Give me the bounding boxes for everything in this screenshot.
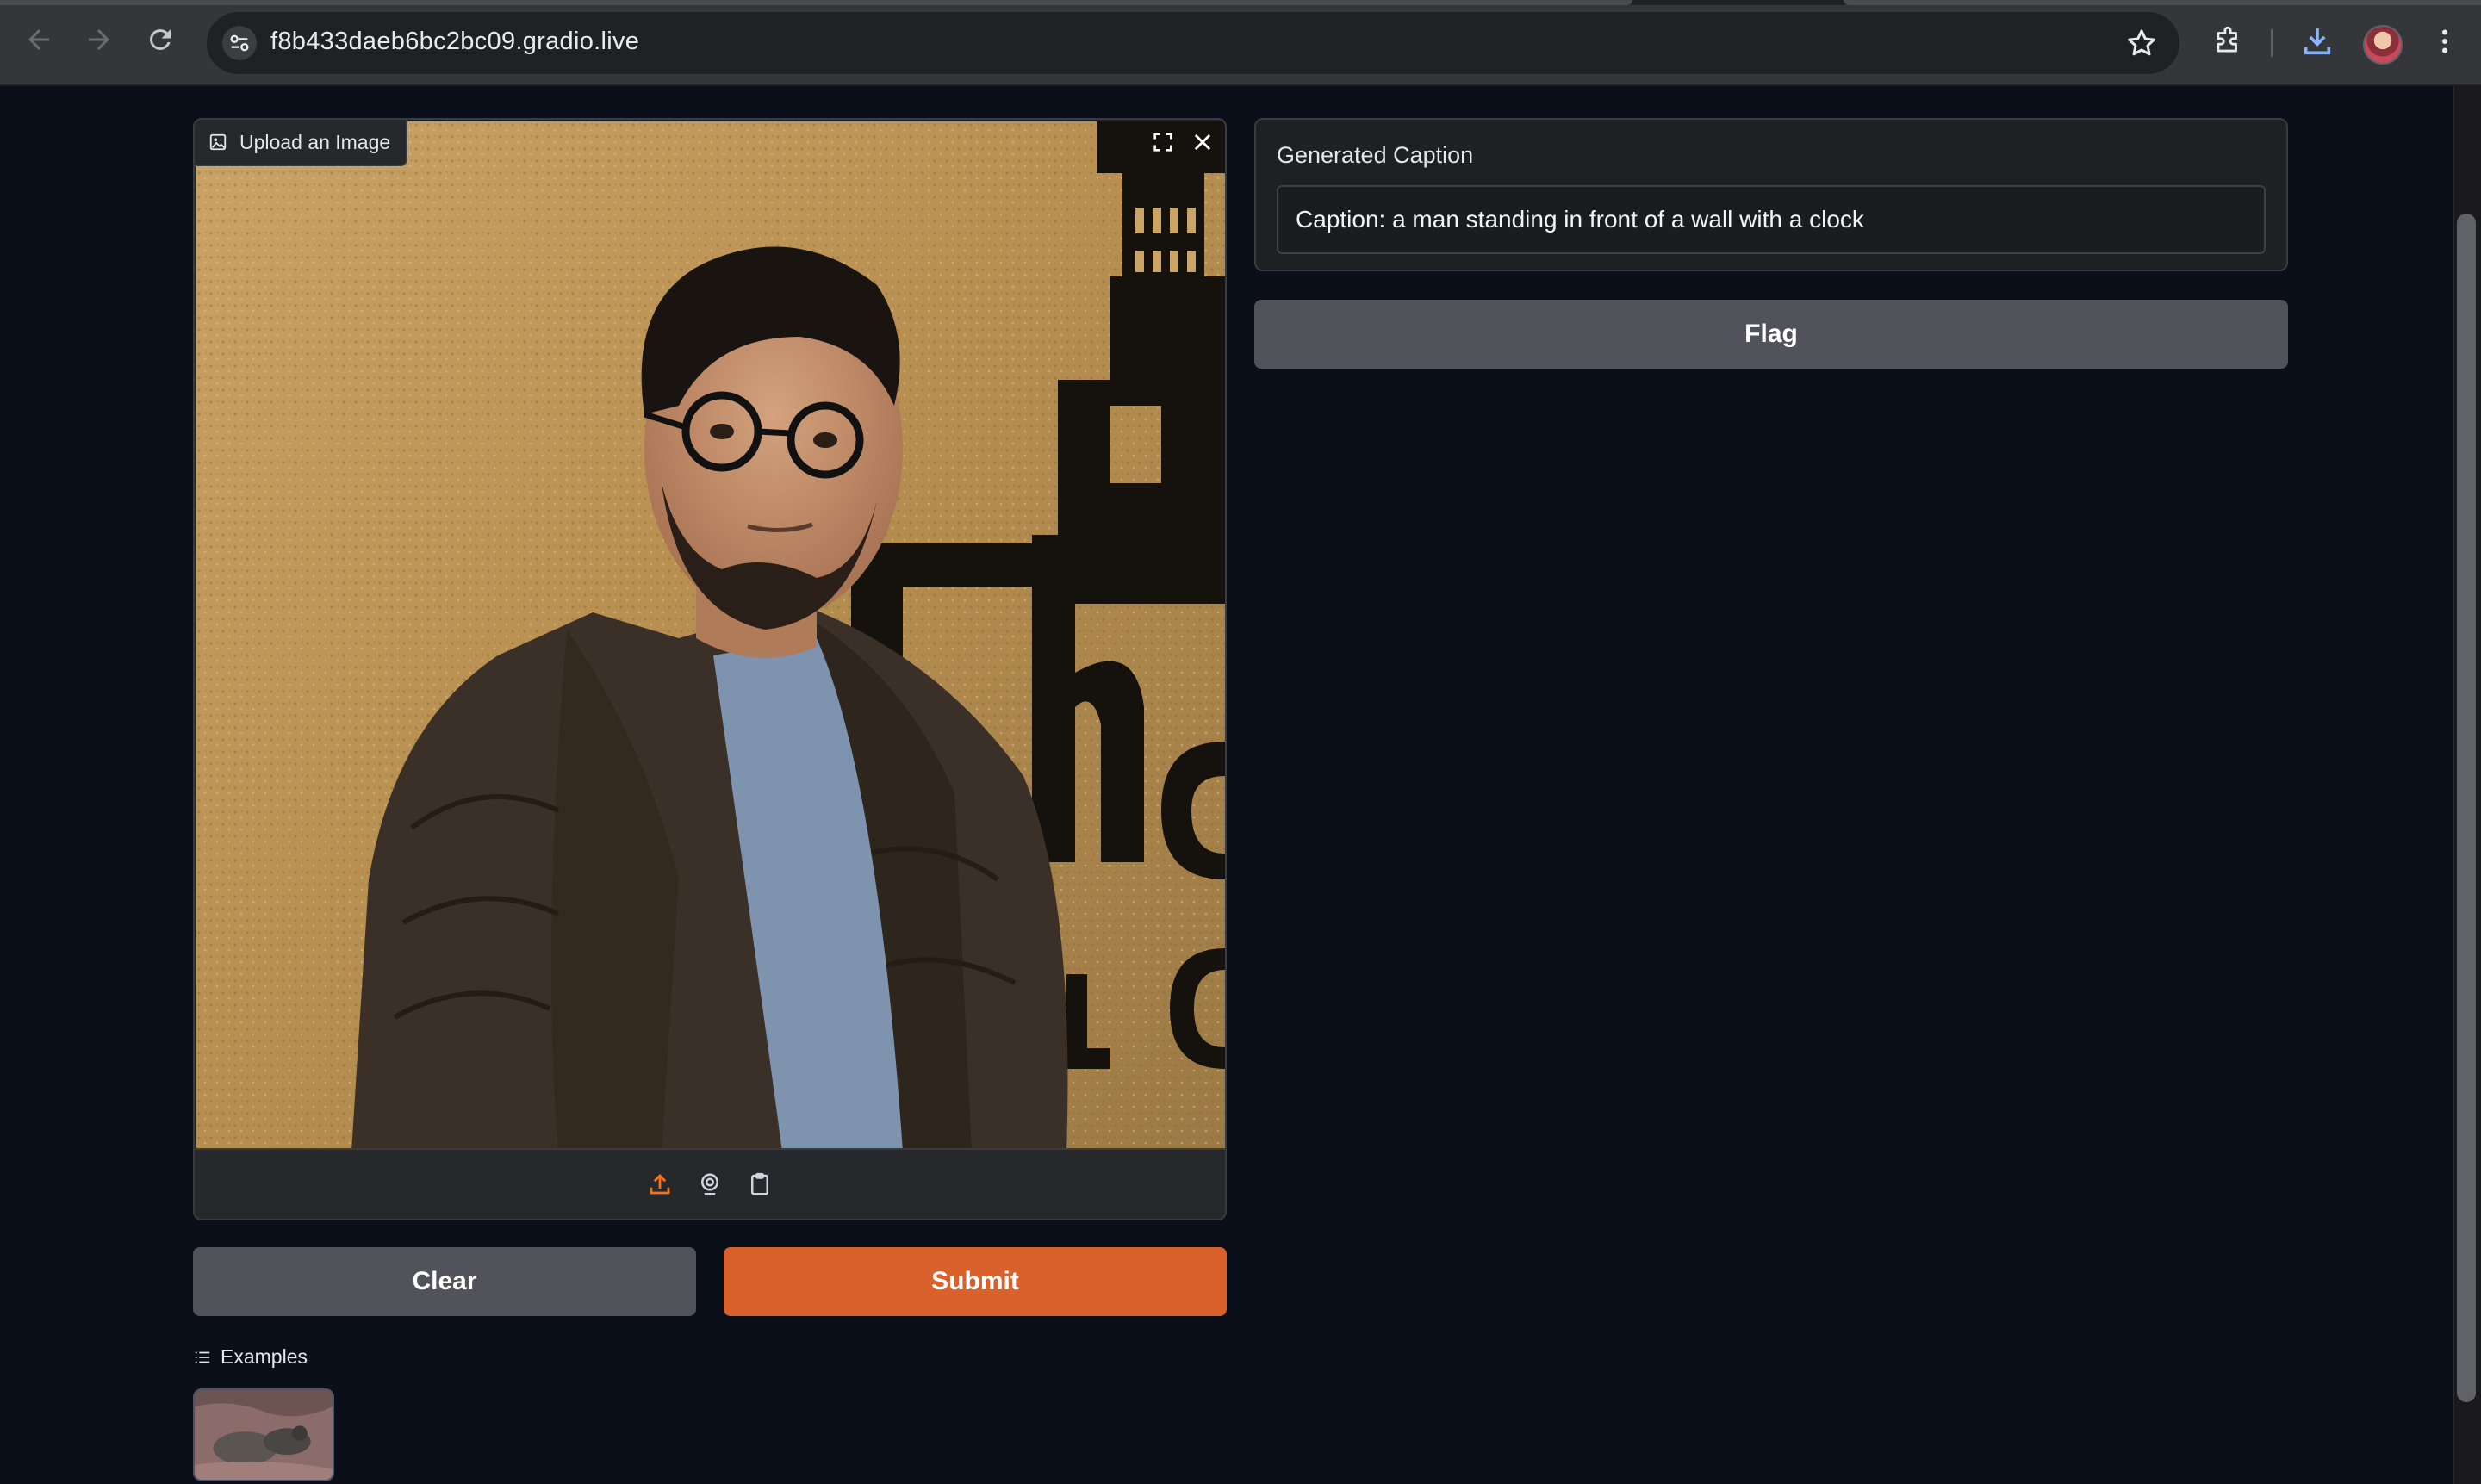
fullscreen-icon[interactable] [1147,127,1178,158]
clipboard-icon[interactable] [744,1169,775,1200]
upload-icon[interactable] [644,1169,675,1200]
clear-button[interactable]: Clear [193,1247,696,1316]
webcam-icon[interactable] [694,1169,725,1200]
forward-arrow-icon[interactable] [82,22,116,57]
tab-strip [0,0,2481,5]
flag-button[interactable]: Flag [1254,300,2288,369]
caption-textbox[interactable]: Caption: a man standing in front of a wa… [1277,185,2266,254]
image-label-text: Upload an Image [239,130,391,153]
address-bar[interactable]: f8b433daeb6bc2bc09.gradio.live [207,12,2179,74]
caption-label: Generated Caption [1277,142,1474,168]
download-icon[interactable] [2298,22,2336,60]
image-upload-panel[interactable]: Upload an Image [193,118,1227,1220]
image-input-label: Upload an Image [195,120,408,166]
more-menu-icon[interactable] [2428,22,2462,60]
caption-output-panel: Generated Caption Caption: a man standin… [1254,118,2288,271]
list-icon [195,1351,210,1363]
browser-toolbar: f8b433daeb6bc2bc09.gradio.live [0,0,2481,86]
profile-avatar[interactable] [2363,25,2403,65]
uploaded-photo [196,121,1225,1152]
examples-label: Examples [221,1345,308,1368]
back-arrow-icon[interactable] [22,22,56,57]
bookmark-star-icon[interactable] [2124,26,2159,60]
extensions-icon[interactable] [2209,22,2247,60]
url-text[interactable]: f8b433daeb6bc2bc09.gradio.live [270,28,639,56]
reload-icon[interactable] [143,22,177,57]
image-icon [209,133,227,151]
examples-header: Examples [193,1345,308,1369]
toolbar-separator [2271,29,2273,57]
submit-button[interactable]: Submit [724,1247,1227,1316]
example-thumbnail[interactable] [193,1388,334,1481]
close-icon[interactable] [1187,127,1218,158]
site-info-icon[interactable] [222,26,257,60]
scrollbar-thumb[interactable] [2457,214,2476,1402]
image-source-toolbar [195,1148,1225,1219]
